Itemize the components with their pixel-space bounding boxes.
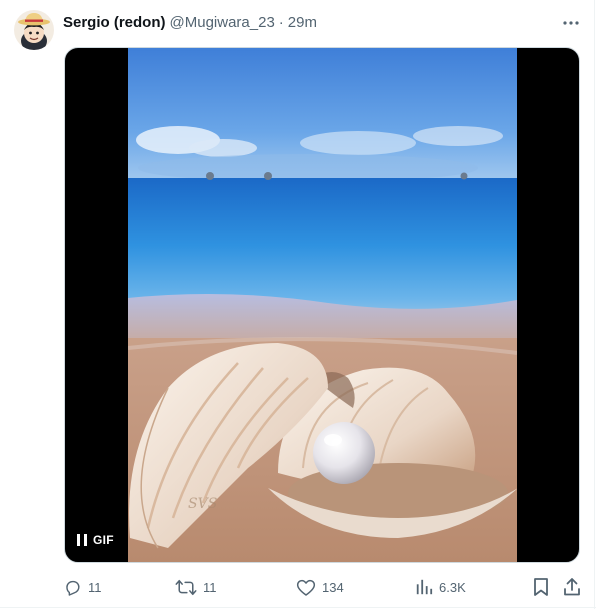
watermark: SVS bbox=[188, 496, 217, 512]
action-bar: 11 11 134 6.3K bbox=[0, 572, 596, 602]
reply-icon bbox=[66, 580, 80, 596]
like-button[interactable]: 134 bbox=[296, 572, 344, 602]
author-handle[interactable]: @Mugiwara_23 bbox=[170, 14, 275, 31]
more-dots-icon bbox=[563, 21, 579, 25]
bookmark-button[interactable] bbox=[532, 572, 550, 602]
tweet-card[interactable]: Sergio (redon) @Mugiwara_23 · 29m SVS GI… bbox=[0, 0, 596, 609]
reply-count: 11 bbox=[88, 579, 102, 595]
gif-badge: GIF bbox=[93, 533, 114, 547]
tweet-header: Sergio (redon) @Mugiwara_23 · 29m bbox=[63, 12, 317, 32]
separator-dot: · bbox=[278, 13, 284, 31]
avatar[interactable] bbox=[14, 10, 54, 50]
like-count: 134 bbox=[322, 579, 344, 595]
straw-hat-avatar-icon bbox=[14, 10, 54, 50]
timestamp[interactable]: 29m bbox=[288, 14, 317, 31]
retweet-button[interactable]: 11 bbox=[175, 572, 217, 602]
retweet-icon bbox=[175, 579, 197, 595]
gif-controls[interactable]: GIF bbox=[77, 529, 114, 551]
views-button[interactable]: 6.3K bbox=[415, 572, 466, 602]
more-button[interactable] bbox=[556, 8, 586, 38]
author-name[interactable]: Sergio (redon) bbox=[63, 14, 166, 31]
share-button[interactable] bbox=[562, 572, 582, 602]
share-icon bbox=[564, 578, 580, 596]
heart-icon bbox=[296, 579, 316, 596]
pearl-in-seashell-image: SVS bbox=[128, 48, 517, 562]
pause-icon[interactable] bbox=[77, 534, 87, 546]
bookmark-icon bbox=[534, 578, 548, 596]
bar-chart-icon bbox=[416, 579, 433, 595]
gif-media[interactable]: SVS GIF bbox=[64, 47, 580, 563]
views-count: 6.3K bbox=[439, 579, 466, 595]
timeline-divider bbox=[594, 0, 595, 609]
tweet-separator bbox=[0, 607, 596, 608]
retweet-count: 11 bbox=[203, 579, 217, 595]
reply-button[interactable]: 11 bbox=[63, 572, 102, 602]
